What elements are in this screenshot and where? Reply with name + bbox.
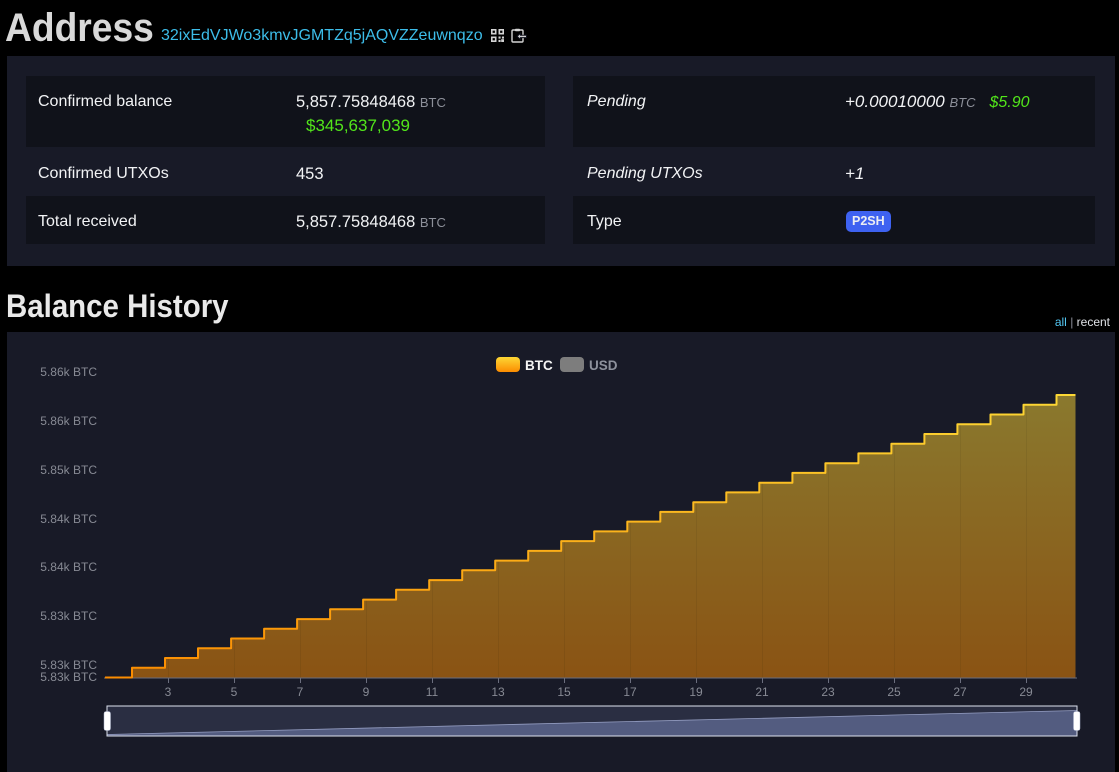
svg-text:21: 21 <box>755 685 769 699</box>
svg-text:USD: USD <box>589 358 618 373</box>
svg-text:3: 3 <box>165 685 172 699</box>
svg-text:27: 27 <box>953 685 967 699</box>
svg-text:5.84k BTC: 5.84k BTC <box>40 560 97 574</box>
svg-text:17: 17 <box>623 685 637 699</box>
svg-text:7: 7 <box>297 685 304 699</box>
svg-text:19: 19 <box>689 685 703 699</box>
svg-text:25: 25 <box>887 685 901 699</box>
svg-text:5.84k BTC: 5.84k BTC <box>40 512 97 526</box>
svg-text:15: 15 <box>557 685 571 699</box>
svg-text:29: 29 <box>1019 685 1033 699</box>
svg-text:5.85k BTC: 5.85k BTC <box>40 463 97 477</box>
svg-text:5.83k BTC: 5.83k BTC <box>40 670 97 684</box>
svg-text:11: 11 <box>426 685 439 699</box>
svg-text:5.86k BTC: 5.86k BTC <box>40 414 97 428</box>
svg-text:5: 5 <box>231 685 238 699</box>
svg-text:9: 9 <box>363 685 370 699</box>
svg-text:5.86k BTC: 5.86k BTC <box>40 365 97 379</box>
svg-text:BTC: BTC <box>525 358 553 373</box>
svg-text:5.83k BTC: 5.83k BTC <box>40 609 97 623</box>
svg-text:23: 23 <box>821 685 835 699</box>
svg-text:13: 13 <box>491 685 505 699</box>
